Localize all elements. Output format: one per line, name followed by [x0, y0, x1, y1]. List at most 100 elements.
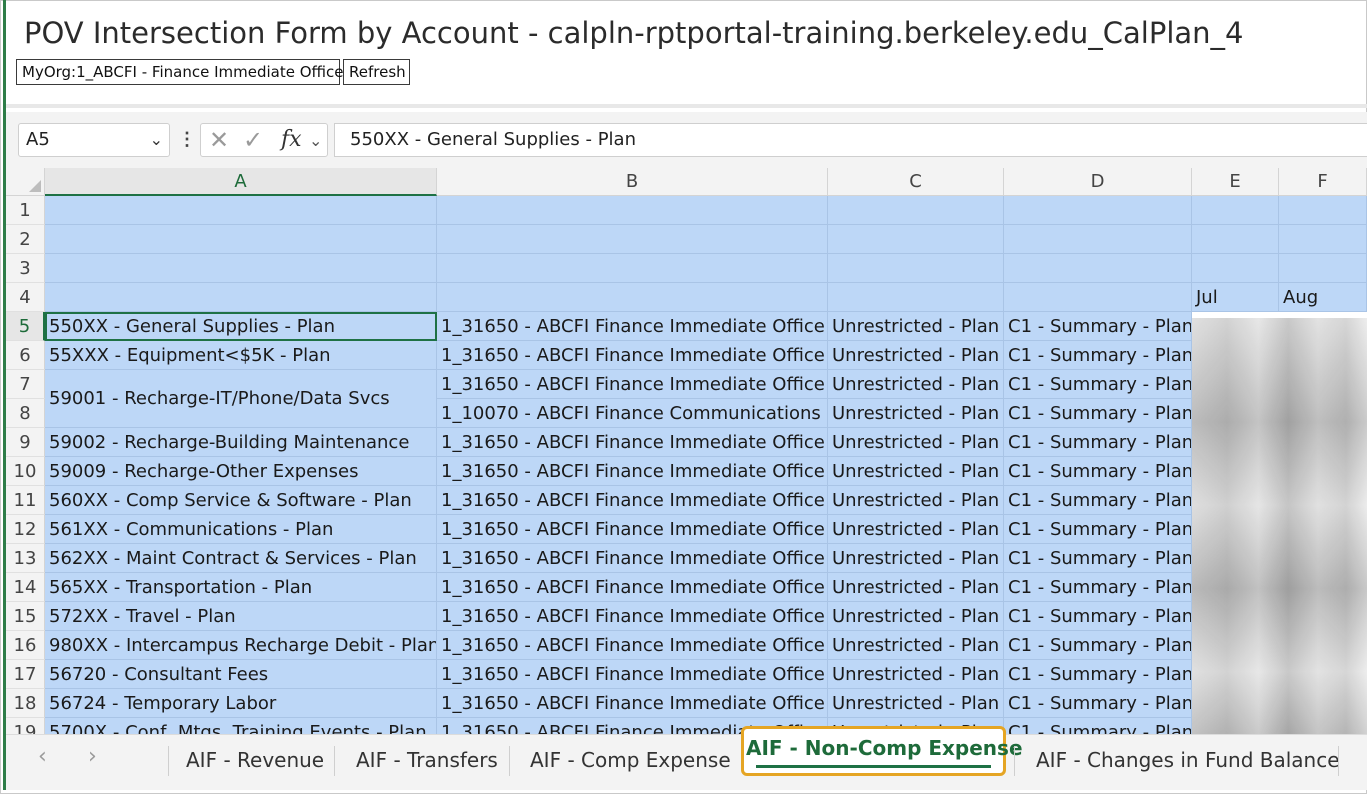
tab-aif-comp-expense[interactable]: AIF - Comp Expense [528, 745, 733, 777]
cell-d9[interactable]: C1 - Summary - Plan [1004, 428, 1192, 457]
cell-c5[interactable]: Unrestricted - Plan [828, 312, 1004, 341]
cell-a13[interactable]: 562XX - Maint Contract & Services - Plan [45, 544, 437, 573]
row-header-3[interactable]: 3 [6, 254, 45, 283]
refresh-button[interactable]: Refresh [343, 59, 410, 85]
cell-f3[interactable] [1279, 254, 1367, 283]
column-header-f[interactable]: F [1279, 168, 1367, 196]
cell-a6[interactable]: 55XXX - Equipment<$5K - Plan [45, 341, 437, 370]
cell-b18[interactable]: 1_31650 - ABCFI Finance Immediate Office [437, 689, 828, 718]
next-sheet-icon[interactable]: › [88, 744, 97, 769]
formula-input[interactable]: 550XX - General Supplies - Plan [334, 123, 1367, 157]
cell-d7[interactable]: C1 - Summary - Plan [1004, 370, 1192, 399]
column-header-a[interactable]: A [45, 168, 437, 196]
cell-c2[interactable] [828, 225, 1004, 254]
cell-b8[interactable]: 1_10070 - ABCFI Finance Communications [437, 399, 828, 428]
row-header-8[interactable]: 8 [6, 399, 45, 428]
cell-c10[interactable]: Unrestricted - Plan [828, 457, 1004, 486]
tab-aif-changes-in-fund-balance[interactable]: AIF - Changes in Fund Balance [1034, 745, 1342, 777]
tab-aif-non-comp-expense[interactable]: AIF - Non-Comp Expense [741, 726, 1023, 776]
cell-d6[interactable]: C1 - Summary - Plan [1004, 341, 1192, 370]
cell-c4[interactable] [828, 283, 1004, 312]
cell-a15[interactable]: 572XX - Travel - Plan [45, 602, 437, 631]
select-all-corner[interactable] [6, 168, 45, 196]
cell-c18[interactable]: Unrestricted - Plan [828, 689, 1004, 718]
row-header-9[interactable]: 9 [6, 428, 45, 457]
cell-d4[interactable] [1004, 283, 1192, 312]
row-header-16[interactable]: 16 [6, 631, 45, 660]
cell-b14[interactable]: 1_31650 - ABCFI Finance Immediate Office [437, 573, 828, 602]
column-header-e[interactable]: E [1192, 168, 1279, 196]
cell-b13[interactable]: 1_31650 - ABCFI Finance Immediate Office [437, 544, 828, 573]
cell-b1[interactable] [437, 196, 828, 225]
cell-a2[interactable] [45, 225, 437, 254]
cell-a18[interactable]: 56724 - Temporary Labor [45, 689, 437, 718]
prev-sheet-icon[interactable]: ‹ [38, 744, 47, 769]
cell-c13[interactable]: Unrestricted - Plan [828, 544, 1004, 573]
cell-d17[interactable]: C1 - Summary - Plan [1004, 660, 1192, 689]
cell-d12[interactable]: C1 - Summary - Plan [1004, 515, 1192, 544]
cell-b4[interactable] [437, 283, 828, 312]
cell-e3[interactable] [1192, 254, 1279, 283]
cell-b9[interactable]: 1_31650 - ABCFI Finance Immediate Office [437, 428, 828, 457]
cell-e2[interactable] [1192, 225, 1279, 254]
row-header-10[interactable]: 10 [6, 457, 45, 486]
column-header-b[interactable]: B [437, 168, 828, 196]
row-header-18[interactable]: 18 [6, 689, 45, 718]
cell-a4[interactable] [45, 283, 437, 312]
cell-b3[interactable] [437, 254, 828, 283]
cell-c9[interactable]: Unrestricted - Plan [828, 428, 1004, 457]
cell-a17[interactable]: 56720 - Consultant Fees [45, 660, 437, 689]
cell-d11[interactable]: C1 - Summary - Plan [1004, 486, 1192, 515]
cell-c14[interactable]: Unrestricted - Plan [828, 573, 1004, 602]
cell-d15[interactable]: C1 - Summary - Plan [1004, 602, 1192, 631]
chevron-down-icon[interactable]: ⌄ [150, 124, 163, 156]
cell-a5[interactable]: 550XX - General Supplies - Plan [45, 312, 437, 341]
cell-b15[interactable]: 1_31650 - ABCFI Finance Immediate Office [437, 602, 828, 631]
pov-member-button[interactable]: MyOrg:1_ABCFI - Finance Immediate Office [16, 59, 343, 85]
cell-a12[interactable]: 561XX - Communications - Plan [45, 515, 437, 544]
row-header-5[interactable]: 5 [6, 312, 45, 341]
cell-c3[interactable] [828, 254, 1004, 283]
cell-b11[interactable]: 1_31650 - ABCFI Finance Immediate Office [437, 486, 828, 515]
cell-a7-merged[interactable]: 59001 - Recharge-IT/Phone/Data Svcs [45, 370, 437, 428]
column-header-d[interactable]: D [1004, 168, 1192, 196]
row-header-17[interactable]: 17 [6, 660, 45, 689]
cell-c8[interactable]: Unrestricted - Plan [828, 399, 1004, 428]
cell-c7[interactable]: Unrestricted - Plan [828, 370, 1004, 399]
cell-a11[interactable]: 560XX - Comp Service & Software - Plan [45, 486, 437, 515]
enter-check-icon[interactable]: ✓ [243, 126, 263, 155]
cell-b16[interactable]: 1_31650 - ABCFI Finance Immediate Office [437, 631, 828, 660]
column-header-c[interactable]: C [828, 168, 1004, 196]
cell-d10[interactable]: C1 - Summary - Plan [1004, 457, 1192, 486]
cell-c12[interactable]: Unrestricted - Plan [828, 515, 1004, 544]
cell-b17[interactable]: 1_31650 - ABCFI Finance Immediate Office [437, 660, 828, 689]
cell-a19[interactable]: 5700X - Conf, Mtgs, Training Events - Pl… [45, 718, 437, 734]
cell-d18[interactable]: C1 - Summary - Plan [1004, 689, 1192, 718]
row-header-13[interactable]: 13 [6, 544, 45, 573]
row-header-14[interactable]: 14 [6, 573, 45, 602]
cell-c15[interactable]: Unrestricted - Plan [828, 602, 1004, 631]
cell-a1[interactable] [45, 196, 437, 225]
cell-e4-month[interactable]: Jul [1192, 283, 1279, 312]
row-header-19[interactable]: 19 [6, 718, 45, 734]
cell-c17[interactable]: Unrestricted - Plan [828, 660, 1004, 689]
cell-d8[interactable]: C1 - Summary - Plan [1004, 399, 1192, 428]
row-header-1[interactable]: 1 [6, 196, 45, 225]
cell-b10[interactable]: 1_31650 - ABCFI Finance Immediate Office [437, 457, 828, 486]
name-box[interactable]: A5 ⌄ [18, 123, 170, 157]
chevron-down-icon[interactable]: ⌄ [309, 131, 322, 151]
cancel-icon[interactable]: ✕ [209, 126, 229, 155]
cell-c16[interactable]: Unrestricted - Plan [828, 631, 1004, 660]
insert-function-icon[interactable]: fx [281, 127, 302, 152]
cell-c11[interactable]: Unrestricted - Plan [828, 486, 1004, 515]
row-header-7[interactable]: 7 [6, 370, 45, 399]
cell-d16[interactable]: C1 - Summary - Plan [1004, 631, 1192, 660]
cell-a14[interactable]: 565XX - Transportation - Plan [45, 573, 437, 602]
tab-aif-transfers[interactable]: AIF - Transfers [354, 745, 500, 777]
cell-f1[interactable] [1279, 196, 1367, 225]
more-options-icon[interactable]: ⋮ [178, 128, 196, 150]
cell-a16[interactable]: 980XX - Intercampus Recharge Debit - Pla… [45, 631, 437, 660]
cell-c1[interactable] [828, 196, 1004, 225]
cell-d5[interactable]: C1 - Summary - Plan [1004, 312, 1192, 341]
cell-d19[interactable]: C1 - Summary - Plan [1004, 718, 1192, 734]
